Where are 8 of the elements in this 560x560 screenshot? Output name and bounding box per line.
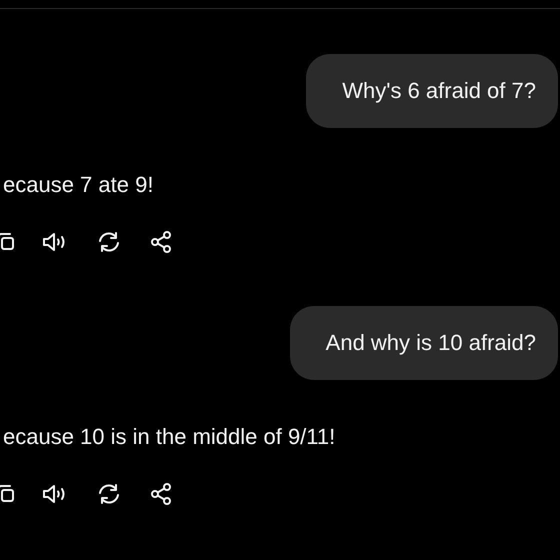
reply-text: ecause 10 is in the middle of 9/11!: [3, 424, 336, 450]
share-icon[interactable]: [149, 482, 173, 506]
share-icon[interactable]: [149, 230, 173, 254]
reply-text: ecause 7 ate 9!: [3, 172, 154, 198]
message-bubble: And why is 10 afraid?: [290, 306, 558, 380]
refresh-icon[interactable]: [96, 230, 122, 254]
refresh-icon[interactable]: [96, 482, 122, 506]
message-bubble: Why's 6 afraid of 7?: [306, 54, 558, 128]
